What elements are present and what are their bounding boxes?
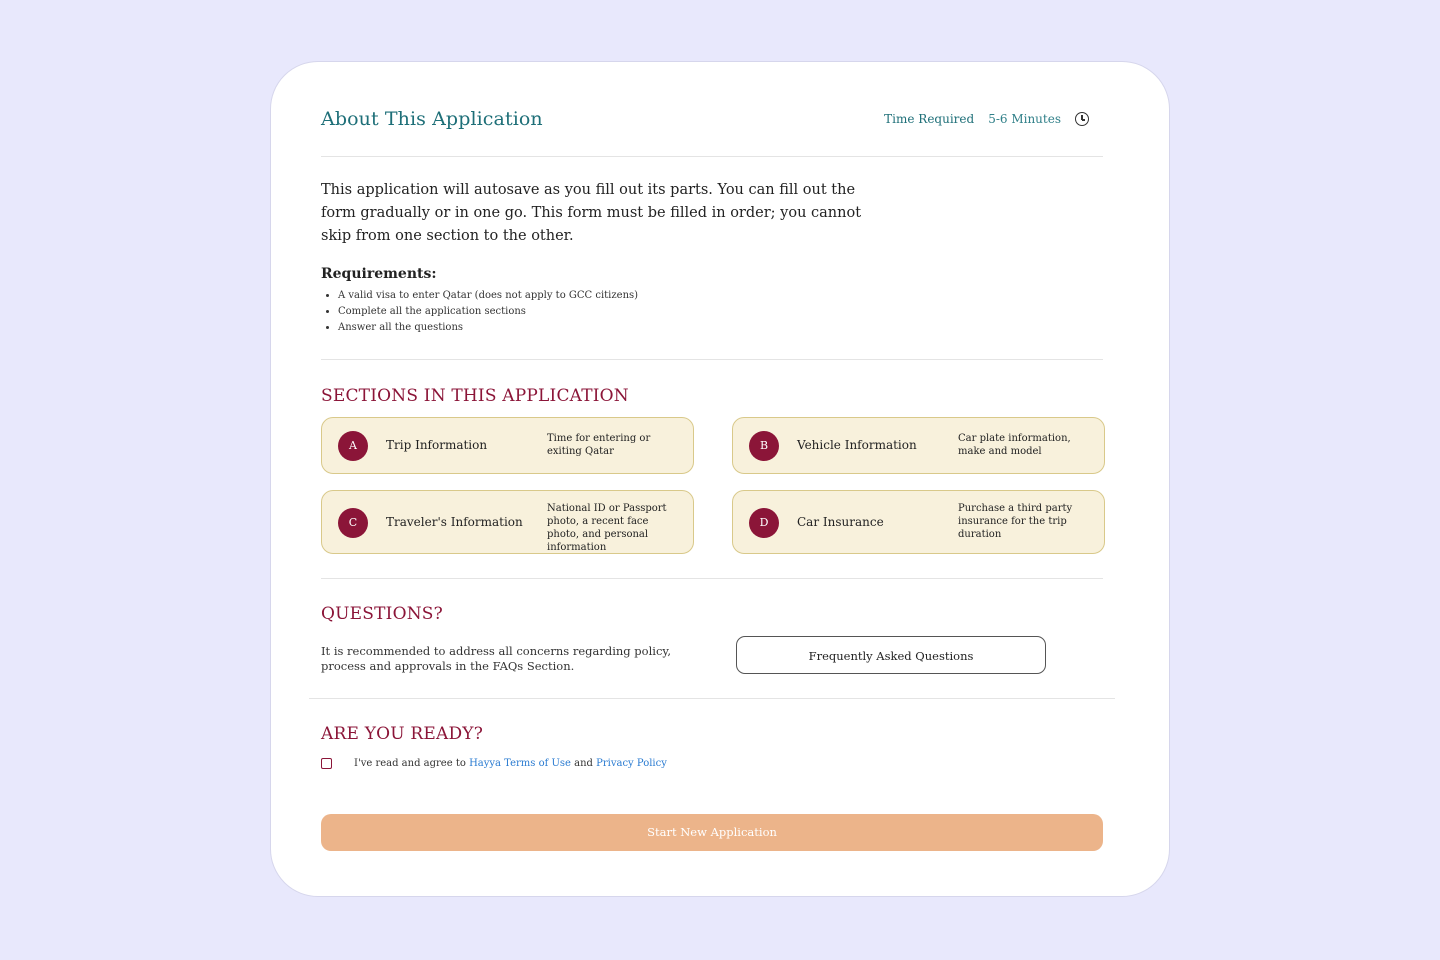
questions-heading: QUESTIONS? [321, 604, 443, 624]
clock-icon [1075, 112, 1089, 126]
section-card-vehicle: B Vehicle Information Car plate informat… [732, 417, 1105, 474]
section-title: Vehicle Information [797, 438, 917, 452]
ready-heading: ARE YOU READY? [321, 724, 484, 744]
section-card-insurance: D Car Insurance Purchase a third party i… [732, 490, 1105, 554]
section-badge: A [338, 431, 368, 461]
section-description: National ID or Passport photo, a recent … [547, 503, 667, 553]
card-content: About This Application Time Required 5-6… [309, 62, 1115, 896]
time-required: Time Required 5-6 Minutes [884, 112, 1089, 126]
privacy-link[interactable]: Privacy Policy [596, 758, 667, 769]
sections-heading: SECTIONS IN THIS APPLICATION [321, 386, 629, 406]
questions-text: It is recommended to address all concern… [321, 644, 672, 673]
and-text: and [574, 758, 593, 769]
section-badge: B [749, 431, 779, 461]
divider [309, 698, 1115, 699]
divider [321, 156, 1103, 157]
start-application-button[interactable]: Start New Application [321, 814, 1103, 851]
requirement-item: Complete all the application sections [338, 304, 638, 320]
section-description: Purchase a third party insurance for the… [958, 503, 1073, 540]
requirements-list: A valid visa to enter Qatar (does not ap… [321, 288, 638, 336]
section-badge: D [749, 508, 779, 538]
requirements-title: Requirements: [321, 266, 437, 282]
section-title: Trip Information [386, 438, 488, 452]
page-title: About This Application [321, 108, 543, 130]
application-card: About This Application Time Required 5-6… [270, 61, 1170, 897]
terms-agreement: I've read and agree to Hayya Terms of Us… [321, 758, 667, 769]
agree-text: I've read and agree to [354, 758, 466, 769]
terms-link[interactable]: Hayya Terms of Use [469, 758, 571, 769]
intro-text: This application will autosave as you fi… [321, 182, 862, 244]
section-title: Car Insurance [797, 515, 884, 529]
time-required-value: 5-6 Minutes [988, 112, 1061, 126]
requirement-item: A valid visa to enter Qatar (does not ap… [338, 288, 638, 304]
section-description: Car plate information, make and model [958, 433, 1071, 457]
section-badge: C [338, 508, 368, 538]
faq-button[interactable]: Frequently Asked Questions [736, 636, 1046, 674]
section-card-traveler: C Traveler's Information National ID or … [321, 490, 694, 554]
section-title: Traveler's Information [386, 515, 523, 529]
requirement-item: Answer all the questions [338, 320, 638, 336]
divider [321, 359, 1103, 360]
divider [321, 578, 1103, 579]
agree-checkbox[interactable] [321, 758, 332, 769]
section-description: Time for entering or exiting Qatar [547, 433, 651, 457]
section-card-trip: A Trip Information Time for entering or … [321, 417, 694, 474]
time-required-label: Time Required [884, 112, 975, 126]
